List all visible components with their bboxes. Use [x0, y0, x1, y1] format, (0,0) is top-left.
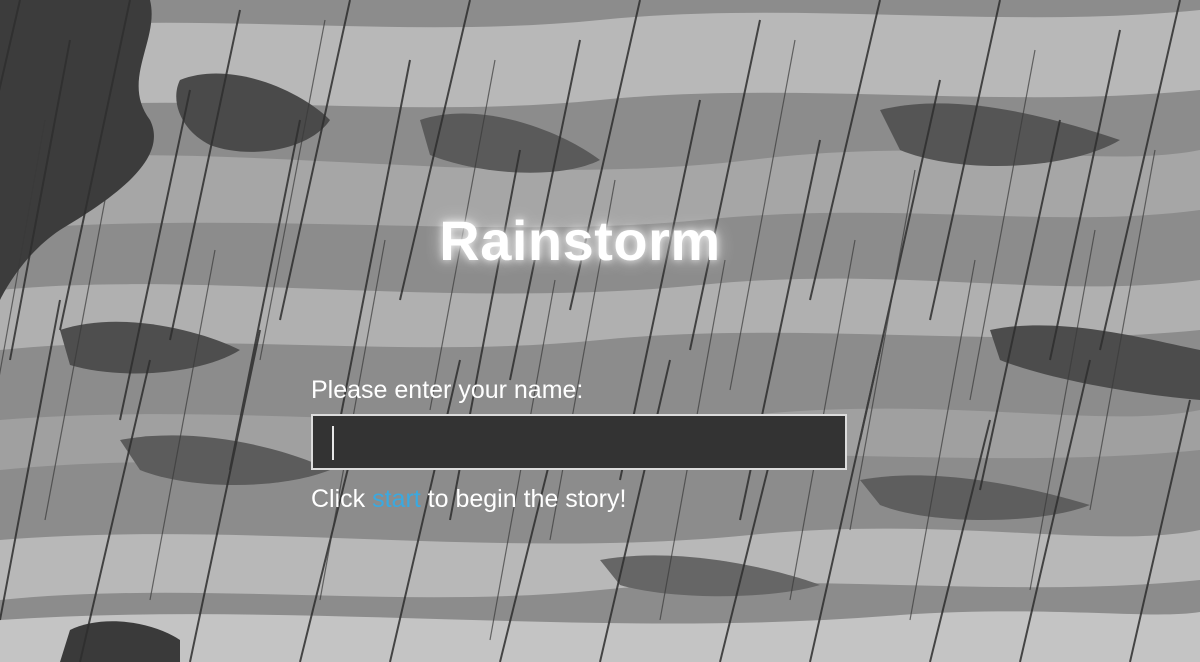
- cloud-rain-illustration: [0, 0, 1200, 662]
- rainstorm-background: [0, 0, 1200, 662]
- start-hint: Click start to begin the story!: [311, 485, 626, 514]
- game-title: Rainstorm: [439, 209, 721, 272]
- player-name-input[interactable]: [311, 414, 847, 470]
- hint-prefix: Click: [311, 485, 373, 513]
- name-prompt-label: Please enter your name:: [311, 376, 584, 404]
- hint-suffix: to begin the story!: [420, 485, 627, 513]
- start-link[interactable]: start: [372, 485, 421, 513]
- text-caret: [332, 426, 334, 460]
